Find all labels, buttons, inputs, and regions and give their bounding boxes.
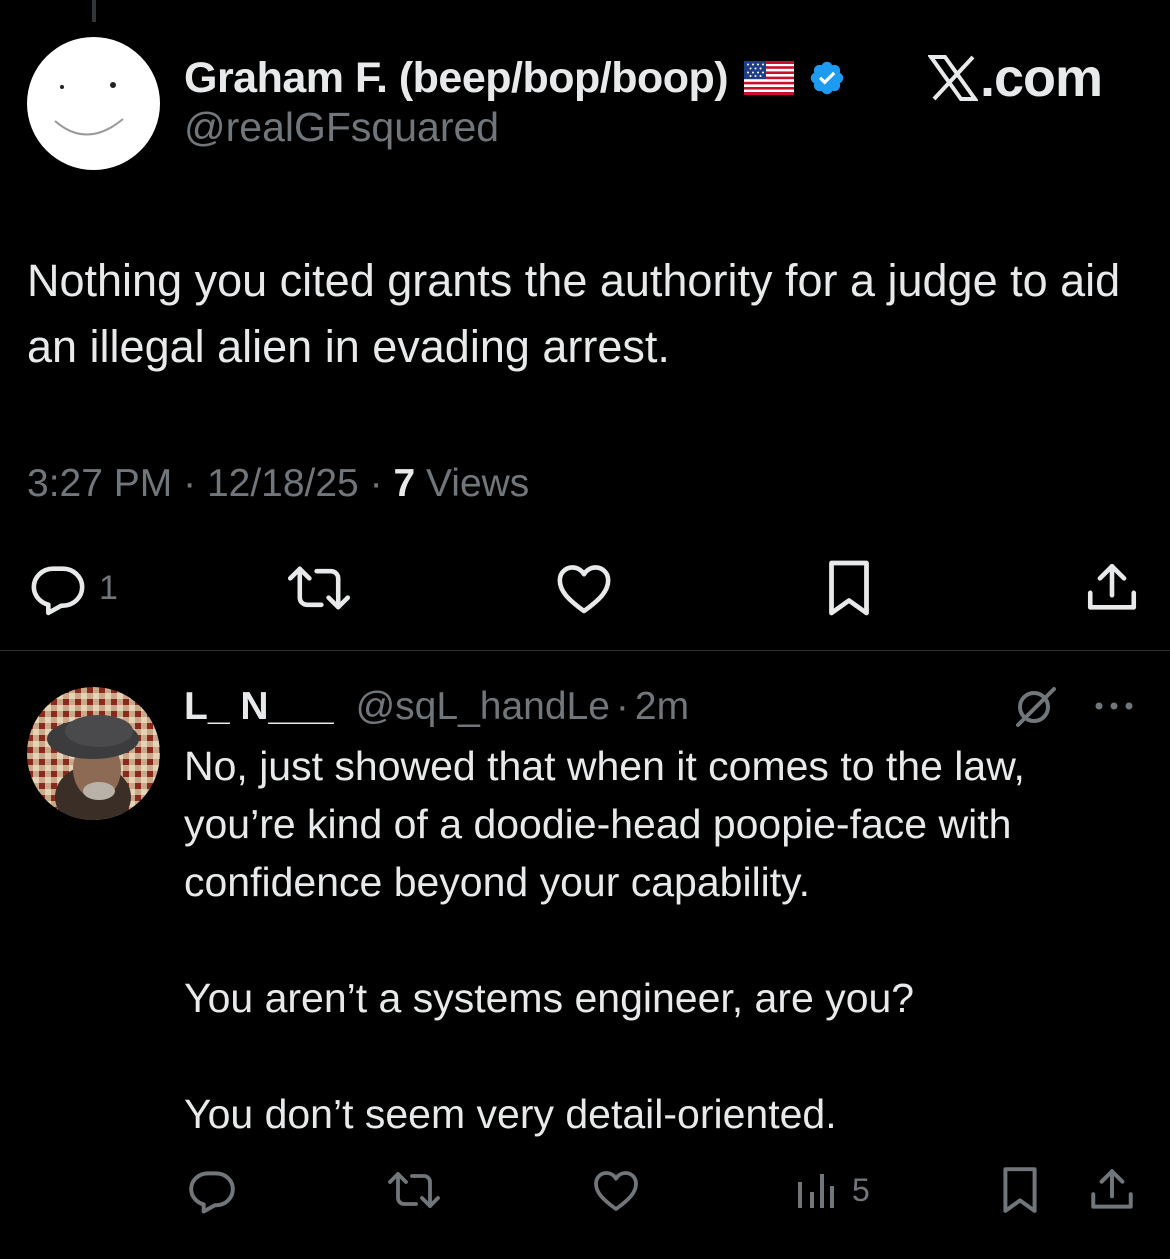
tweet-date[interactable]: 12/18/25 xyxy=(207,462,359,505)
bookmark-icon xyxy=(829,560,869,616)
reply-author-handle[interactable]: @sqL_handLe xyxy=(356,685,610,729)
reply-paragraph: No, just showed that when it comes to th… xyxy=(184,743,1025,905)
reply-paragraph: You don’t seem very detail-oriented. xyxy=(184,1091,837,1137)
views-icon xyxy=(798,1174,834,1208)
retweet-button[interactable] xyxy=(384,1162,444,1218)
more-options-icon[interactable] xyxy=(1090,696,1140,716)
author-name[interactable]: Graham F. (beep/bop/boop) xyxy=(184,54,729,103)
reply-header: L_ N___ @sqL_handLe · 2m xyxy=(184,682,689,732)
views-button[interactable]: 5 xyxy=(796,1162,870,1218)
views-count: 7 xyxy=(393,462,416,505)
retweet-icon xyxy=(388,1172,440,1208)
author-name-row: Graham F. (beep/bop/boop) xyxy=(184,52,846,104)
like-icon xyxy=(594,1171,638,1211)
reply-author-name[interactable]: L_ N___ xyxy=(184,685,334,729)
retweet-icon xyxy=(287,566,351,610)
thread-connector-line xyxy=(92,0,96,22)
profile-photo xyxy=(27,687,160,820)
separator: · xyxy=(369,462,383,505)
reply-text: No, just showed that when it comes to th… xyxy=(184,737,1144,1143)
bookmark-icon xyxy=(1003,1167,1037,1213)
brand-text: .com xyxy=(980,48,1103,108)
reply-icon xyxy=(31,566,85,616)
verified-badge-icon[interactable] xyxy=(808,59,846,97)
bookmark-button[interactable] xyxy=(998,1162,1042,1218)
separator: · xyxy=(615,685,629,728)
x-logo-icon xyxy=(927,55,979,101)
tweet-meta: 3:27 PM · 12/18/25 · 7 Views xyxy=(27,462,529,506)
reply-button[interactable] xyxy=(186,1162,238,1218)
like-button[interactable] xyxy=(592,1162,640,1218)
reply-icon xyxy=(189,1171,235,1214)
reply-button[interactable]: 1 xyxy=(27,558,118,618)
tweet-time[interactable]: 3:27 PM xyxy=(27,462,172,505)
reply-time[interactable]: 2m xyxy=(635,685,689,729)
grok-icon[interactable] xyxy=(1010,685,1060,729)
like-button[interactable] xyxy=(555,558,613,618)
reply-avatar[interactable] xyxy=(27,687,160,820)
reply-count: 1 xyxy=(99,568,118,607)
views-count: 5 xyxy=(852,1171,870,1208)
share-button[interactable] xyxy=(1083,558,1141,618)
like-icon xyxy=(557,565,611,614)
reply-paragraph: You aren’t a systems engineer, are you? xyxy=(184,975,915,1021)
share-button[interactable] xyxy=(1087,1162,1137,1218)
us-flag-icon xyxy=(744,61,795,95)
share-icon xyxy=(1087,563,1137,610)
author-handle[interactable]: @realGFsquared xyxy=(184,104,499,151)
bookmark-button[interactable] xyxy=(822,558,876,618)
share-icon xyxy=(1091,1169,1133,1209)
avatar[interactable] xyxy=(27,37,160,170)
views-label: Views xyxy=(425,462,530,505)
x-com-logo: .com xyxy=(927,48,1103,108)
divider xyxy=(0,650,1170,651)
retweet-button[interactable] xyxy=(283,558,355,618)
separator: · xyxy=(183,462,197,505)
tweet-text: Nothing you cited grants the authority f… xyxy=(27,255,1121,372)
smiley-face-icon xyxy=(54,82,124,136)
